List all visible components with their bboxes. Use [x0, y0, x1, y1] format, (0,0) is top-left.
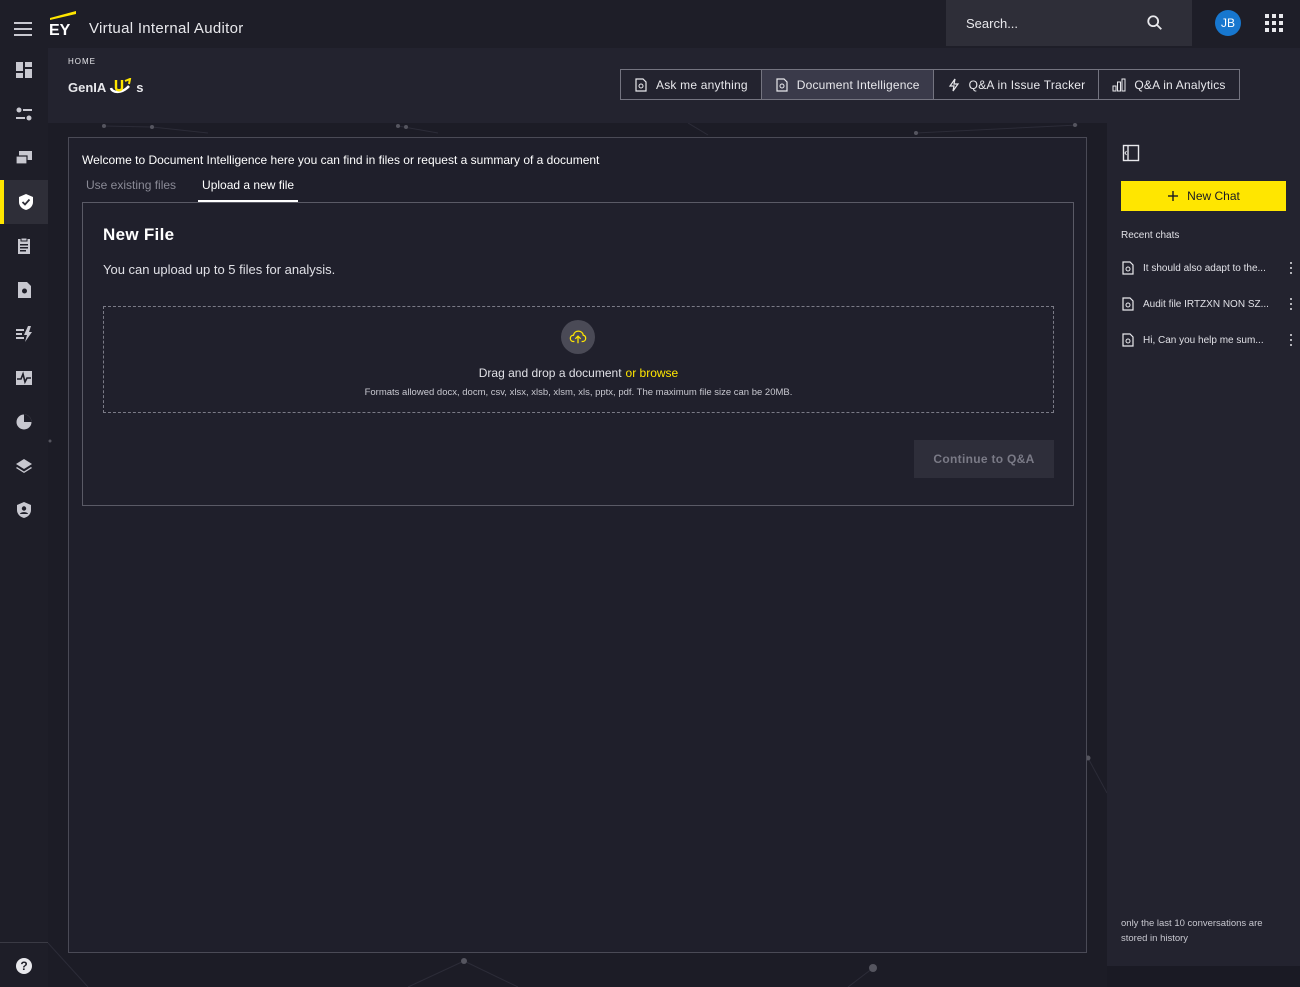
welcome-message: Welcome to Document Intelligence here yo… [82, 153, 600, 167]
sidebar-item-genias[interactable] [0, 180, 48, 224]
user-avatar[interactable]: JB [1215, 10, 1241, 36]
hamburger-menu-icon[interactable] [14, 22, 32, 36]
left-sidebar: ? [0, 48, 48, 987]
sidebar-item-documents[interactable] [0, 268, 48, 312]
new-chat-button[interactable]: New Chat [1121, 181, 1286, 211]
pie-chart-icon [16, 414, 32, 430]
document-ai-icon [1122, 333, 1134, 347]
genias-logo-mark-icon [110, 78, 132, 94]
history-note: only the last 10 conversations are store… [1121, 918, 1263, 944]
browse-link[interactable]: or browse [626, 366, 679, 380]
more-options-icon[interactable] [1290, 298, 1293, 310]
sidebar-item-analytics[interactable] [0, 312, 48, 356]
chat-bubbles-icon [15, 151, 32, 165]
more-options-icon[interactable] [1290, 334, 1293, 346]
sidebar-item-clipboard[interactable] [0, 224, 48, 268]
document-settings-icon [18, 282, 31, 298]
sidebar-divider [0, 942, 48, 943]
file-tabs: Use existing files Upload a new file [82, 175, 299, 202]
cloud-upload-icon [569, 330, 587, 344]
brand-suffix: s [136, 79, 144, 95]
recent-chat-item[interactable]: It should also adapt to the... [1121, 258, 1293, 278]
document-ai-icon [635, 77, 647, 92]
mode-qa-issue-tracker[interactable]: Q&A in Issue Tracker [934, 70, 1100, 99]
help-icon[interactable]: ? [16, 958, 32, 974]
upload-button[interactable] [561, 320, 595, 354]
main-canvas: Welcome to Document Intelligence here yo… [48, 123, 1107, 987]
app-title: Virtual Internal Auditor [89, 20, 244, 37]
apps-grid-icon[interactable] [1265, 14, 1283, 32]
tab-upload-new-file[interactable]: Upload a new file [198, 175, 299, 202]
sidebar-item-settings[interactable] [0, 92, 48, 136]
mode-switcher: Ask me anything Document Intelligence Q&… [620, 69, 1240, 100]
settings-sliders-icon [16, 107, 32, 121]
chat-history-panel: New Chat Recent chats It should also ada… [1107, 123, 1300, 966]
allowed-formats-text: Formats allowed docx, docm, csv, xlsx, x… [364, 387, 793, 398]
sidebar-item-chats[interactable] [0, 136, 48, 180]
sidebar-item-users[interactable] [0, 488, 48, 532]
ey-logo[interactable]: EY [48, 8, 78, 38]
card-title: New File [103, 225, 175, 244]
top-bar: EY Virtual Internal Auditor JB [0, 0, 1300, 48]
drag-drop-text: Drag and drop a document or browse [478, 366, 679, 380]
page-title: GenIA s [68, 78, 144, 96]
recent-chats-label: Recent chats [1121, 230, 1180, 241]
breadcrumb[interactable]: HOME [68, 57, 96, 66]
svg-text:EY: EY [49, 22, 71, 38]
user-shield-icon [17, 502, 31, 518]
sidebar-item-monitoring[interactable] [0, 356, 48, 400]
search-icon[interactable] [1146, 14, 1164, 32]
brand-prefix: GenIA [68, 79, 107, 95]
new-file-card: New File You can upload up to 5 files fo… [82, 202, 1074, 506]
layers-icon [16, 459, 32, 473]
page-header: HOME GenIA s Ask me anything Document In… [48, 48, 1300, 123]
pulse-icon [16, 371, 32, 385]
document-ai-icon [776, 77, 788, 92]
recent-chat-item[interactable]: Audit file IRTZXN NON SZ... [1121, 294, 1293, 314]
clipboard-icon [18, 237, 30, 254]
tab-use-existing-files[interactable]: Use existing files [82, 175, 180, 202]
sidebar-item-layers[interactable] [0, 444, 48, 488]
document-ai-icon [1122, 297, 1134, 311]
dashboard-icon [16, 62, 32, 78]
search-box[interactable] [946, 0, 1192, 46]
sidebar-item-dashboard[interactable] [0, 48, 48, 92]
bar-chart-icon [1112, 78, 1126, 91]
plus-icon [1168, 191, 1179, 201]
more-options-icon[interactable] [1290, 262, 1293, 274]
card-subtitle: You can upload up to 5 files for analysi… [103, 262, 336, 277]
continue-to-qa-button[interactable]: Continue to Q&A [914, 440, 1054, 478]
analytics-lightning-icon [16, 326, 32, 342]
file-dropzone[interactable]: Drag and drop a document or browse Format… [103, 306, 1054, 413]
sidebar-item-reports[interactable] [0, 400, 48, 444]
lightning-icon [948, 78, 959, 91]
mode-document-intelligence[interactable]: Document Intelligence [761, 70, 934, 99]
mode-ask-me-anything[interactable]: Ask me anything [621, 70, 762, 99]
document-ai-icon [1122, 261, 1134, 275]
shield-check-icon [19, 194, 33, 210]
search-input[interactable] [966, 15, 1136, 31]
collapse-panel-icon[interactable] [1122, 144, 1140, 162]
recent-chat-item[interactable]: Hi, Can you help me sum... [1121, 330, 1293, 350]
mode-qa-analytics[interactable]: Q&A in Analytics [1099, 70, 1238, 99]
document-intelligence-panel: Welcome to Document Intelligence here yo… [68, 137, 1087, 953]
